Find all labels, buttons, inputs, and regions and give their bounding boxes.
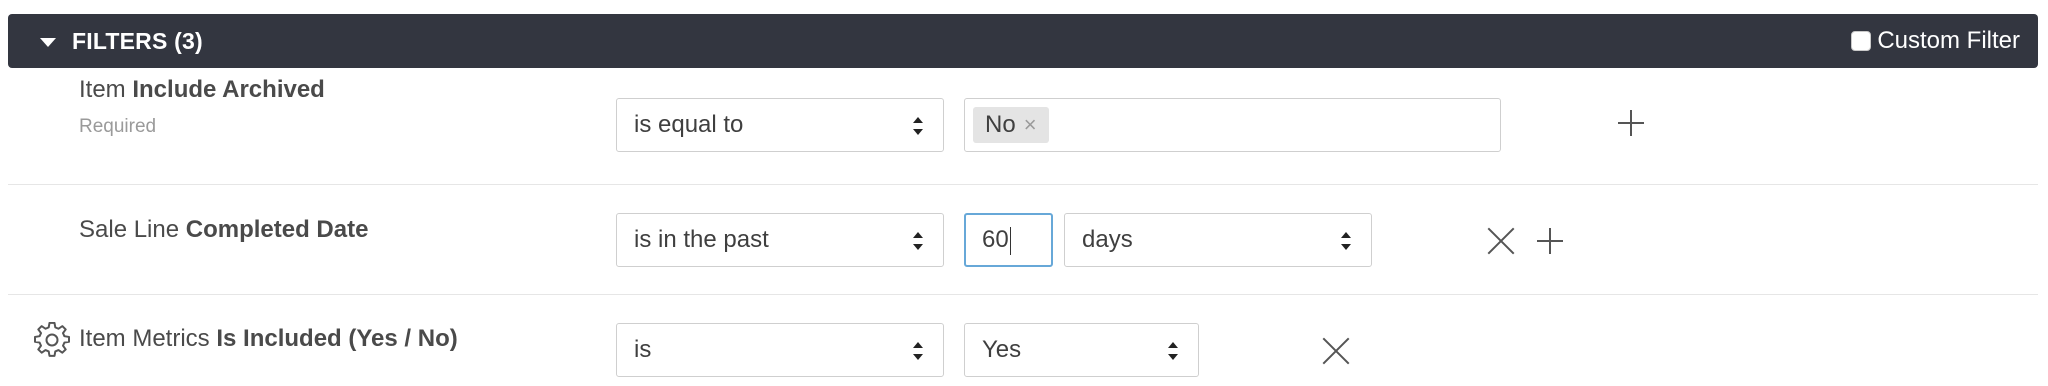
field-prefix: Sale Line — [79, 216, 186, 243]
close-icon[interactable] — [1322, 337, 1350, 365]
unit-select[interactable]: days — [1064, 213, 1372, 267]
custom-filter-toggle[interactable]: Custom Filter — [1851, 27, 2020, 55]
tag-remove-icon[interactable]: × — [1024, 112, 1037, 138]
filter-field-label: Sale Line Completed Date — [79, 216, 368, 244]
custom-filter-checkbox[interactable] — [1851, 31, 1872, 51]
plus-icon[interactable] — [1618, 110, 1644, 136]
caret-down-icon[interactable] — [40, 38, 56, 47]
close-icon[interactable] — [1487, 227, 1515, 255]
filters-title[interactable]: FILTERS (3) — [72, 28, 203, 55]
field-name: Is Included (Yes / No) — [216, 325, 458, 352]
value-select-value: Yes — [982, 336, 1022, 363]
text-cursor — [1009, 226, 1011, 255]
value-tag-label: No — [985, 111, 1016, 138]
operator-select[interactable]: is — [616, 323, 944, 377]
required-label: Required — [79, 116, 157, 137]
select-arrows-icon — [1168, 342, 1178, 360]
operator-select[interactable]: is in the past — [616, 213, 944, 267]
select-arrows-icon — [913, 232, 923, 250]
select-arrows-icon — [913, 342, 923, 360]
field-name: Include Archived — [132, 76, 325, 103]
unit-value: days — [1082, 226, 1133, 253]
value-tag-input[interactable]: No × — [964, 98, 1501, 152]
gear-icon[interactable] — [34, 322, 70, 358]
field-name: Completed Date — [185, 216, 369, 243]
plus-icon[interactable] — [1537, 228, 1563, 254]
filters-header[interactable]: FILTERS (3) Custom Filter — [8, 14, 2038, 68]
select-arrows-icon — [913, 117, 923, 135]
filter-field-label: Item Metrics Is Included (Yes / No) — [79, 325, 458, 353]
custom-filter-label[interactable]: Custom Filter — [1877, 27, 2020, 55]
field-prefix: Item — [79, 76, 133, 103]
filter-row-completed-date: Sale Line Completed Date is in the past … — [8, 184, 2038, 295]
value-select[interactable]: Yes — [964, 323, 1199, 377]
filter-row-is-included: Item Metrics Is Included (Yes / No) is Y… — [8, 295, 2038, 386]
field-prefix: Item Metrics — [79, 325, 217, 352]
days-count-input[interactable]: 60 — [964, 213, 1053, 267]
operator-value: is — [634, 336, 652, 363]
filter-row-include-archived: Item Include Archived Required is equal … — [8, 68, 2038, 185]
select-arrows-icon — [1341, 232, 1351, 250]
filter-field-label: Item Include Archived — [79, 76, 325, 104]
operator-value: is in the past — [634, 226, 769, 253]
value-tag: No × — [973, 107, 1049, 143]
operator-select[interactable]: is equal to — [616, 98, 944, 152]
days-count-value: 60 — [982, 226, 1009, 253]
operator-value: is equal to — [634, 111, 744, 138]
